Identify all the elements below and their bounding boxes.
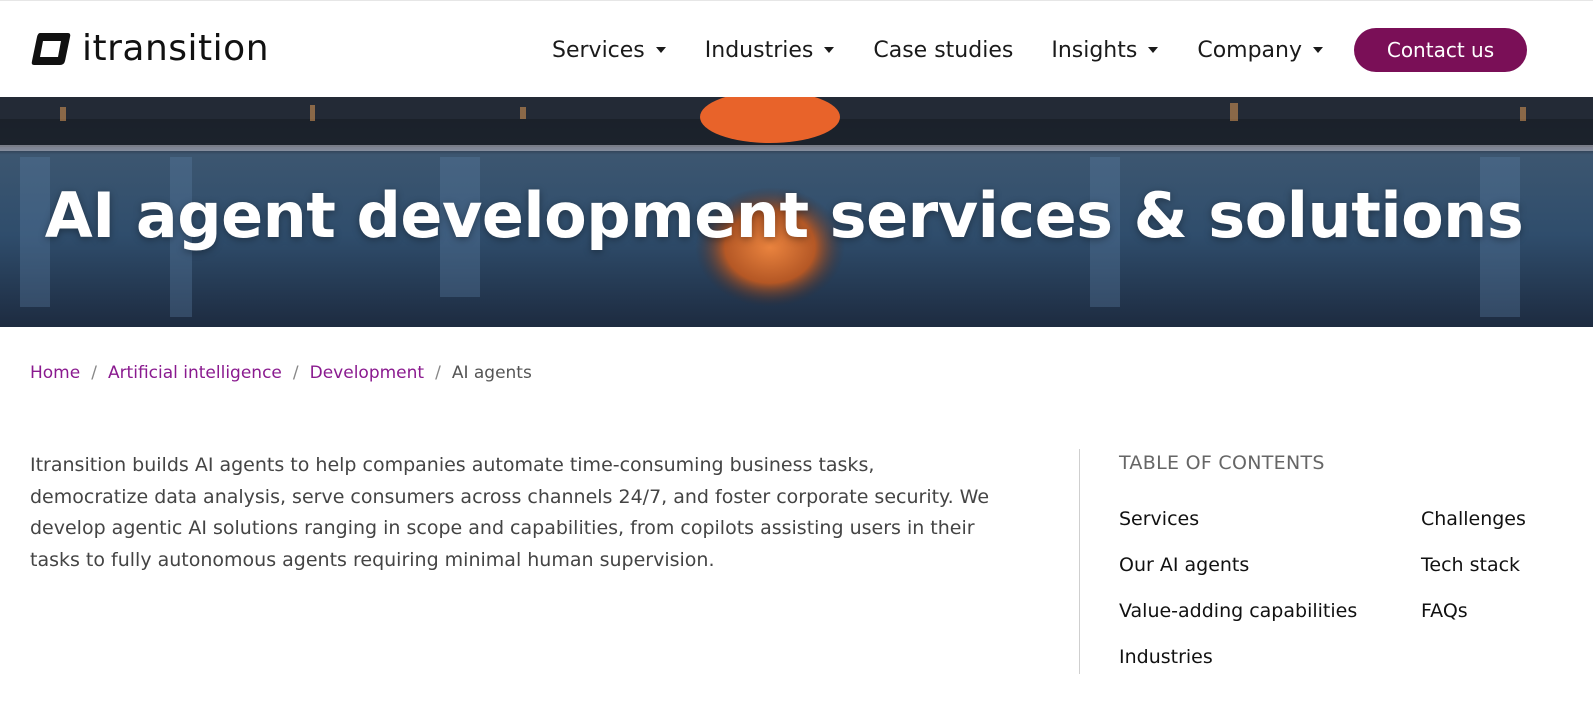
toc-link-challenges[interactable]: Challenges xyxy=(1421,508,1526,530)
nav-label: Insights xyxy=(1051,37,1138,63)
chevron-down-icon xyxy=(1313,47,1324,53)
breadcrumb: Home / Artificial intelligence / Develop… xyxy=(30,363,532,383)
breadcrumb-development[interactable]: Development xyxy=(310,363,424,383)
toc-link-industries[interactable]: Industries xyxy=(1119,646,1213,668)
nav-label: Case studies xyxy=(873,37,1014,63)
main-nav: Services Industries Case studies Insight… xyxy=(552,31,1362,69)
logo[interactable]: itransition xyxy=(30,29,269,69)
toc-title: TABLE OF CONTENTS xyxy=(1119,452,1325,474)
contact-us-button[interactable]: Contact us xyxy=(1354,28,1527,72)
breadcrumb-artificial-intelligence[interactable]: Artificial intelligence xyxy=(108,363,282,383)
toc-link-services[interactable]: Services xyxy=(1119,508,1199,530)
nav-label: Industries xyxy=(704,37,814,63)
nav-label: Services xyxy=(552,37,645,63)
breadcrumb-separator: / xyxy=(435,363,441,383)
nav-services[interactable]: Services xyxy=(552,38,667,63)
nav-company[interactable]: Company xyxy=(1197,38,1324,63)
toc-link-our-ai-agents[interactable]: Our AI agents xyxy=(1119,554,1249,576)
itransition-logo-icon xyxy=(31,33,71,65)
breadcrumb-home[interactable]: Home xyxy=(30,363,80,383)
chevron-down-icon xyxy=(824,47,835,53)
breadcrumb-separator: / xyxy=(91,363,97,383)
chevron-down-icon xyxy=(655,47,666,53)
nav-industries[interactable]: Industries xyxy=(705,38,836,63)
hero-banner: AI agent development services & solution… xyxy=(0,97,1593,327)
toc-divider xyxy=(1079,449,1080,674)
breadcrumb-current: AI agents xyxy=(451,363,532,383)
chevron-down-icon xyxy=(1148,47,1159,53)
breadcrumb-separator: / xyxy=(292,363,299,383)
site-header: itransition Services Industries Case stu… xyxy=(0,0,1593,97)
nav-label: Company xyxy=(1197,37,1303,63)
nav-case-studies[interactable]: Case studies xyxy=(873,38,1013,63)
page-title: AI agent development services & solution… xyxy=(44,179,1524,252)
toc-link-faqs[interactable]: FAQs xyxy=(1421,600,1468,622)
toc-link-value-adding-capabilities[interactable]: Value-adding capabilities xyxy=(1119,600,1357,622)
logo-text: itransition xyxy=(82,28,270,69)
nav-insights[interactable]: Insights xyxy=(1051,38,1159,63)
toc-link-tech-stack[interactable]: Tech stack xyxy=(1421,554,1520,576)
intro-paragraph: Itransition builds AI agents to help com… xyxy=(30,454,990,571)
